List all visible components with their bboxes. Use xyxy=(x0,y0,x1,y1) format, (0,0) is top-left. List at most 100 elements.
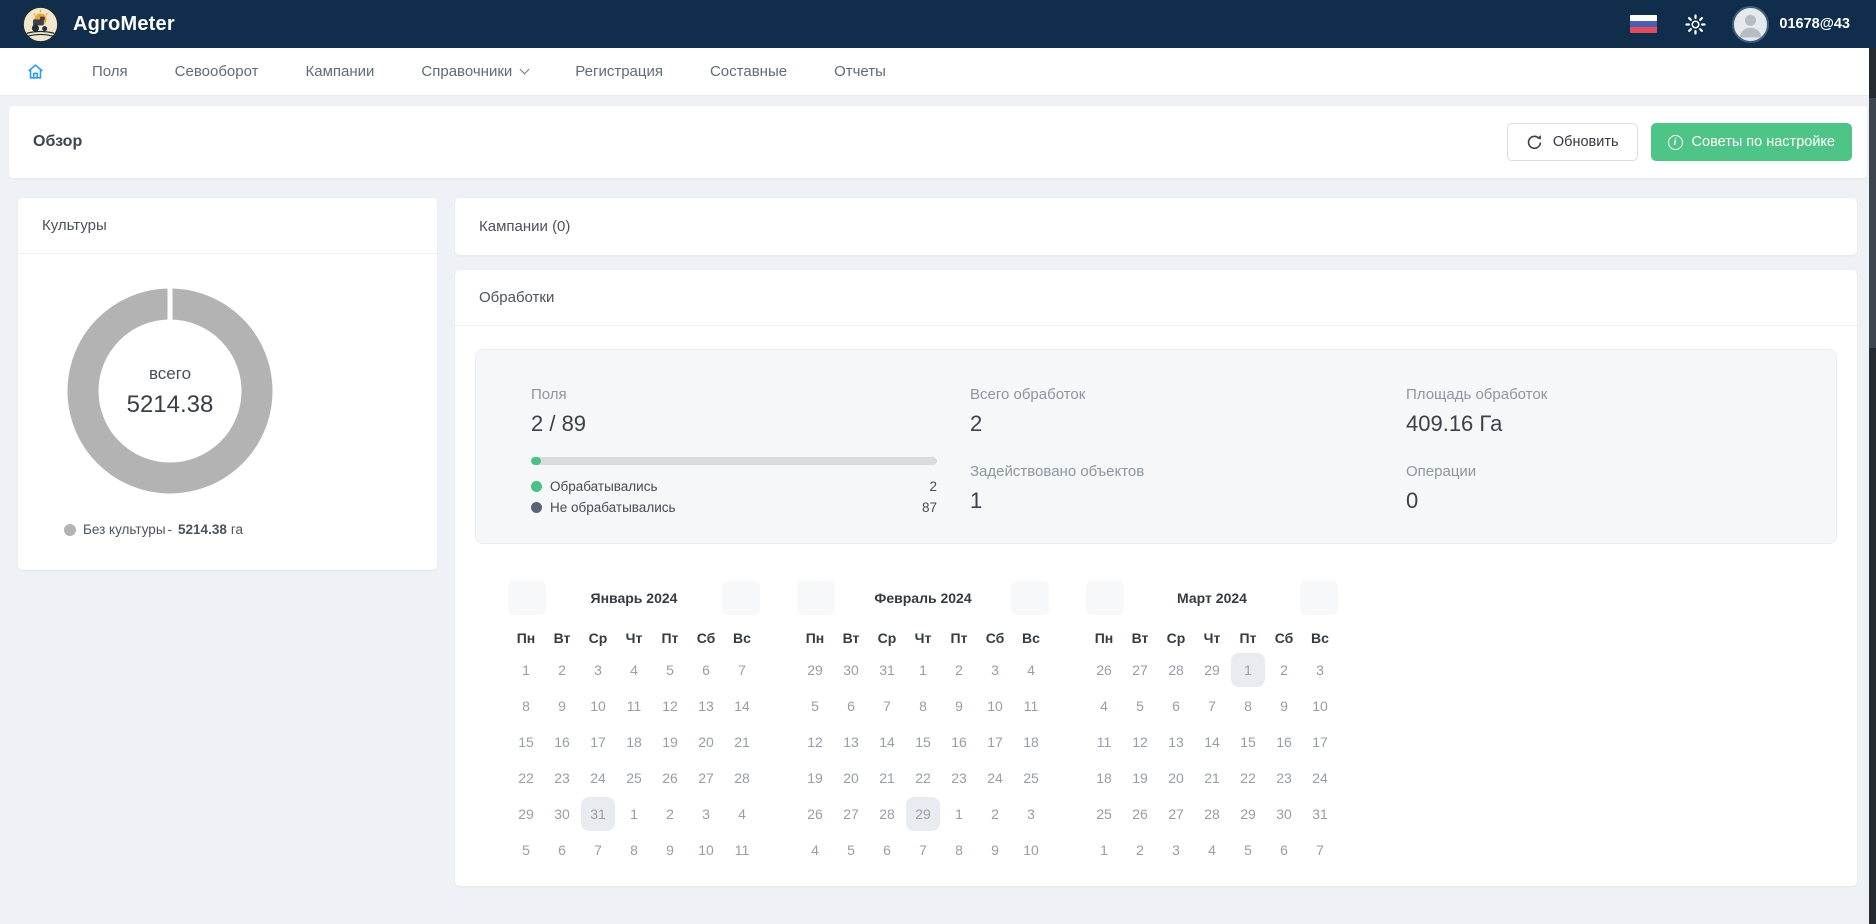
calendar-day[interactable]: 4 xyxy=(798,833,832,867)
calendar-day[interactable]: 10 xyxy=(1303,689,1337,723)
calendar-day[interactable]: 17 xyxy=(1303,725,1337,759)
calendar-day[interactable]: 18 xyxy=(1014,725,1048,759)
calendar-day[interactable]: 10 xyxy=(1014,833,1048,867)
calendar-day[interactable]: 11 xyxy=(725,833,759,867)
calendar-day[interactable]: 4 xyxy=(1195,833,1229,867)
calendar-day[interactable]: 24 xyxy=(581,761,615,795)
calendar-day[interactable]: 20 xyxy=(834,761,868,795)
nav-item[interactable]: Кампании xyxy=(306,63,375,80)
calendar-day[interactable]: 8 xyxy=(509,689,543,723)
calendar-day[interactable]: 20 xyxy=(689,725,723,759)
calendar-day[interactable]: 31 xyxy=(581,797,615,831)
calendar-day[interactable]: 9 xyxy=(545,689,579,723)
calendar-day[interactable]: 6 xyxy=(1159,689,1193,723)
calendar-day[interactable]: 23 xyxy=(545,761,579,795)
calendar-day[interactable]: 4 xyxy=(617,653,651,687)
calendar-day[interactable]: 28 xyxy=(870,797,904,831)
calendar-day[interactable]: 9 xyxy=(653,833,687,867)
calendar-day[interactable]: 29 xyxy=(906,797,940,831)
calendar-day[interactable]: 27 xyxy=(1159,797,1193,831)
nav-item[interactable]: Составные xyxy=(710,63,787,80)
calendar-day[interactable]: 1 xyxy=(1087,833,1121,867)
calendar-day[interactable]: 24 xyxy=(978,761,1012,795)
calendar-day[interactable]: 6 xyxy=(1267,833,1301,867)
calendar-day[interactable]: 1 xyxy=(1231,653,1265,687)
calendar-day[interactable]: 14 xyxy=(870,725,904,759)
calendar-day[interactable]: 1 xyxy=(509,653,543,687)
calendar-day[interactable]: 29 xyxy=(509,797,543,831)
calendar-day[interactable]: 26 xyxy=(1123,797,1157,831)
calendar-day[interactable]: 27 xyxy=(1123,653,1157,687)
calendar-day[interactable]: 26 xyxy=(653,761,687,795)
calendar-day[interactable]: 6 xyxy=(545,833,579,867)
nav-item[interactable]: Регистрация xyxy=(575,63,663,80)
calendar-day[interactable]: 8 xyxy=(617,833,651,867)
calendar-day[interactable]: 20 xyxy=(1159,761,1193,795)
calendar-day[interactable]: 31 xyxy=(870,653,904,687)
scrollbar-thumb[interactable] xyxy=(1869,98,1876,348)
calendar-day[interactable]: 18 xyxy=(1087,761,1121,795)
calendar-day[interactable]: 1 xyxy=(617,797,651,831)
calendar-day[interactable]: 2 xyxy=(653,797,687,831)
calendar-day[interactable]: 6 xyxy=(689,653,723,687)
calendar-day[interactable]: 25 xyxy=(1087,797,1121,831)
calendar-prev-button[interactable] xyxy=(508,581,546,615)
calendar-day[interactable]: 5 xyxy=(509,833,543,867)
calendar-next-button[interactable] xyxy=(1300,581,1338,615)
calendar-day[interactable]: 3 xyxy=(581,653,615,687)
calendar-day[interactable]: 13 xyxy=(689,689,723,723)
calendar-prev-button[interactable] xyxy=(797,581,835,615)
calendar-day[interactable]: 28 xyxy=(1195,797,1229,831)
calendar-day[interactable]: 7 xyxy=(906,833,940,867)
calendar-day[interactable]: 4 xyxy=(725,797,759,831)
calendar-day[interactable]: 16 xyxy=(545,725,579,759)
setup-tips-button[interactable]: i Советы по настройке xyxy=(1651,123,1852,161)
calendar-day[interactable]: 10 xyxy=(581,689,615,723)
calendar-day[interactable]: 7 xyxy=(1195,689,1229,723)
calendar-day[interactable]: 21 xyxy=(725,725,759,759)
calendar-day[interactable]: 16 xyxy=(1267,725,1301,759)
calendar-day[interactable]: 17 xyxy=(978,725,1012,759)
calendar-day[interactable]: 3 xyxy=(1014,797,1048,831)
calendar-day[interactable]: 6 xyxy=(834,689,868,723)
calendar-day[interactable]: 5 xyxy=(834,833,868,867)
calendar-day[interactable]: 27 xyxy=(834,797,868,831)
calendar-day[interactable]: 2 xyxy=(978,797,1012,831)
calendar-day[interactable]: 21 xyxy=(1195,761,1229,795)
calendar-day[interactable]: 14 xyxy=(725,689,759,723)
calendar-day[interactable]: 22 xyxy=(509,761,543,795)
calendar-day[interactable]: 7 xyxy=(870,689,904,723)
calendar-day[interactable]: 19 xyxy=(1123,761,1157,795)
calendar-day[interactable]: 15 xyxy=(906,725,940,759)
calendar-day[interactable]: 29 xyxy=(1195,653,1229,687)
calendar-day[interactable]: 12 xyxy=(653,689,687,723)
calendar-day[interactable]: 3 xyxy=(978,653,1012,687)
calendar-day[interactable]: 25 xyxy=(617,761,651,795)
calendar-day[interactable]: 15 xyxy=(509,725,543,759)
calendar-day[interactable]: 25 xyxy=(1014,761,1048,795)
settings-button[interactable] xyxy=(1685,14,1706,35)
calendar-day[interactable]: 30 xyxy=(1267,797,1301,831)
calendar-day[interactable]: 6 xyxy=(870,833,904,867)
calendar-day[interactable]: 13 xyxy=(1159,725,1193,759)
calendar-prev-button[interactable] xyxy=(1086,581,1124,615)
calendar-day[interactable]: 11 xyxy=(1014,689,1048,723)
calendar-day[interactable]: 12 xyxy=(1123,725,1157,759)
calendar-day[interactable]: 8 xyxy=(906,689,940,723)
calendar-day[interactable]: 7 xyxy=(581,833,615,867)
calendar-day[interactable]: 7 xyxy=(1303,833,1337,867)
calendar-day[interactable]: 9 xyxy=(978,833,1012,867)
calendar-day[interactable]: 9 xyxy=(942,689,976,723)
calendar-day[interactable]: 24 xyxy=(1303,761,1337,795)
calendar-day[interactable]: 16 xyxy=(942,725,976,759)
calendar-day[interactable]: 7 xyxy=(725,653,759,687)
calendar-day[interactable]: 2 xyxy=(942,653,976,687)
nav-item[interactable]: Севооборот xyxy=(175,63,259,80)
calendar-day[interactable]: 27 xyxy=(689,761,723,795)
user-menu[interactable]: 01678@43 xyxy=(1732,6,1850,43)
calendar-day[interactable]: 18 xyxy=(617,725,651,759)
calendar-day[interactable]: 5 xyxy=(798,689,832,723)
calendar-day[interactable]: 10 xyxy=(689,833,723,867)
calendar-day[interactable]: 31 xyxy=(1303,797,1337,831)
calendar-day[interactable]: 13 xyxy=(834,725,868,759)
